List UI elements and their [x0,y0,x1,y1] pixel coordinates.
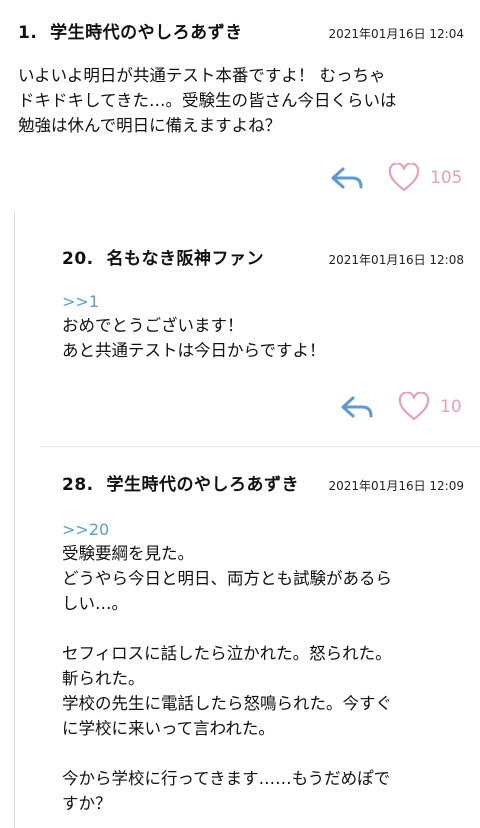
post-actions: 105 [330,163,462,193]
post-line: 学校の先生に電話したら怒鳴られた。今すぐ [62,694,392,713]
post-line: 勉強は休んで明日に備えますよね？ [18,116,282,135]
reply-icon[interactable] [340,394,374,420]
post-body: いよいよ明日が共通テスト本番ですよ！ むっちゃ ドキドキしてきた…。受験生の皆さ… [18,63,464,138]
post-date: 2021年01月16日 12:08 [328,253,464,267]
thread-line [14,212,15,828]
post-line: 斬られた。 [62,669,145,688]
post-header: 20. 名もなき阪神ファン 2021年01月16日 12:08 [62,244,464,269]
heart-icon[interactable] [398,392,430,422]
author-name: 学生時代のやしろあずき [106,475,299,495]
post-number: 28. [62,475,94,495]
like-count: 105 [430,168,463,188]
post-body: >>1 おめでとうございます！ あと共通テストは今日からですよ！ [62,291,464,363]
post-20: 20. 名もなき阪神ファン 2021年01月16日 12:08 >>1 おめでと… [62,244,464,363]
post-28: 28. 学生時代のやしろあずき 2021年01月16日 12:09 >>20 受… [62,470,464,816]
post-line [62,741,464,766]
post-number: 1. [18,23,38,43]
author-name: 学生時代のやしろあずき [50,23,243,43]
post-number: 20. [62,249,94,269]
post-line [62,616,464,641]
reply-anchor-link[interactable]: >>1 [62,291,464,313]
post-1: 1. 学生時代のやしろあずき 2021年01月16日 12:04 いよいよ明日が… [18,18,464,138]
post-line: 今から学校に行ってきます……もうだめぽで [62,769,391,788]
post-line: 受験要綱を見た。 [62,544,194,563]
post-body: >>20 受験要綱を見た。 どうやら今日と明日、両方とも試験があるら しい…。 … [62,519,464,816]
post-line: しい…。 [62,594,128,613]
post-header: 1. 学生時代のやしろあずき 2021年01月16日 12:04 [18,18,464,43]
post-date: 2021年01月16日 12:09 [328,479,464,493]
post-line: おめでとうございます！ [62,316,244,335]
post-line: に学校に来いって言われた。 [62,719,275,738]
post-header: 28. 学生時代のやしろあずき 2021年01月16日 12:09 [62,470,464,495]
post-line: あと共通テストは今日からですよ！ [62,341,326,360]
divider [40,446,480,447]
post-date: 2021年01月16日 12:04 [328,27,464,41]
post-actions: 10 [340,392,462,422]
heart-icon[interactable] [388,163,420,193]
post-line: セフィロスに話したら泣かれた。怒られた。 [62,644,392,663]
post-author: 20. 名もなき阪神ファン [62,244,264,269]
like-count: 10 [440,397,462,417]
post-line: どうやら今日と明日、両方とも試験があるら [62,569,392,588]
post-line: ドキドキしてきた…。受験生の皆さん今日くらいは [18,91,397,110]
reply-anchor-link[interactable]: >>20 [62,519,464,541]
post-author: 1. 学生時代のやしろあずき [18,18,243,43]
reply-icon[interactable] [330,165,364,191]
post-line: すか？ [62,794,112,813]
post-author: 28. 学生時代のやしろあずき [62,470,299,495]
post-line: いよいよ明日が共通テスト本番ですよ！ むっちゃ [18,66,386,85]
author-name: 名もなき阪神ファン [106,249,264,269]
